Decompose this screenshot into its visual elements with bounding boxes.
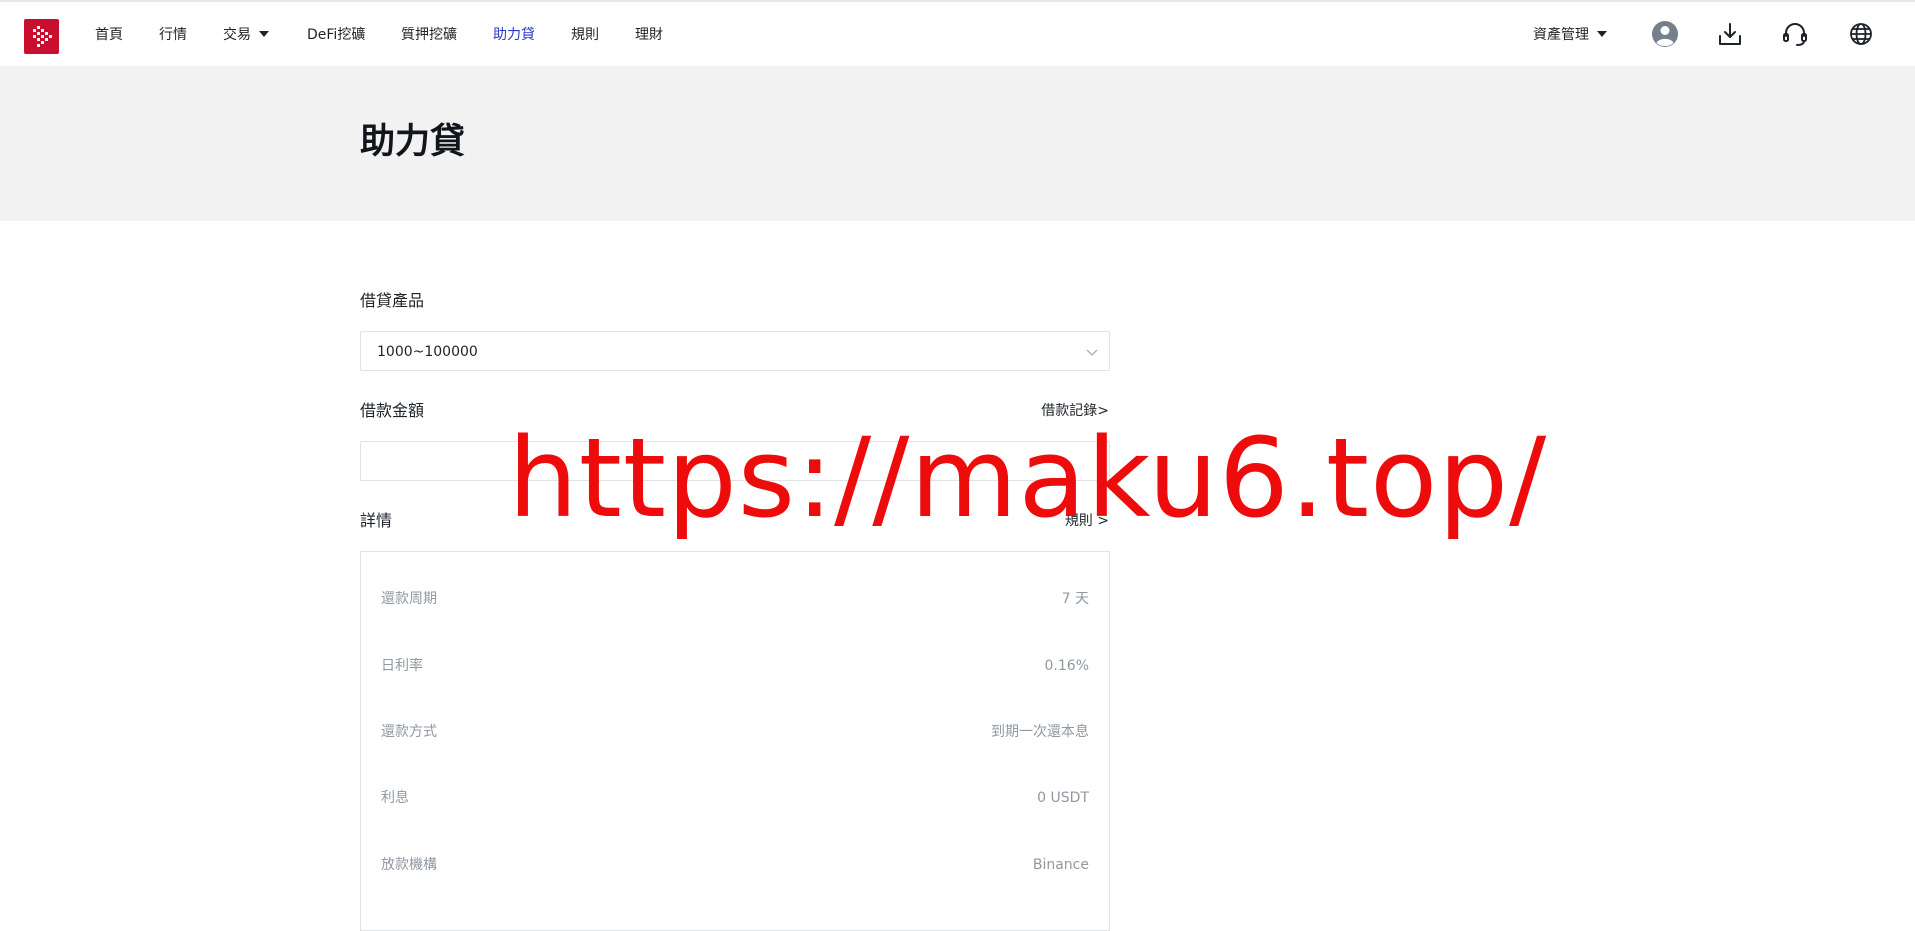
top-navigation-bar: 首頁 行情 交易 DeFi挖礦 質押挖礦 助力貸 規則 理財 資產管理 (0, 0, 1915, 66)
headset-support-icon[interactable] (1780, 19, 1810, 51)
globe-language-icon[interactable] (1846, 19, 1876, 51)
asset-management-menu[interactable]: 資產管理 (1533, 24, 1607, 46)
caret-down-icon (259, 31, 269, 37)
detail-key: 日利率 (381, 658, 423, 674)
loan-product-value: 1000~100000 (377, 344, 478, 360)
user-avatar-icon[interactable] (1650, 19, 1680, 51)
nav-item-rules[interactable]: 規則 (571, 24, 599, 46)
detail-value: 0 USDT (1037, 790, 1089, 806)
detail-value: 0.16% (1044, 658, 1089, 674)
loan-details-panel: 還款周期 7 天 日利率 0.16% 還款方式 到期一次還本息 利息 0 USD… (360, 551, 1110, 931)
nav-item-defi-mining[interactable]: DeFi挖礦 (307, 24, 365, 46)
loan-amount-input[interactable] (360, 441, 1110, 481)
detail-key: 放款機構 (381, 857, 437, 873)
nav-item-home[interactable]: 首頁 (95, 24, 123, 46)
page-title: 助力貸 (360, 122, 466, 162)
page-header-banner: 助力貸 (0, 66, 1915, 221)
loan-history-link[interactable]: 借款記錄> (1041, 401, 1109, 421)
loan-amount-label: 借款金額 (360, 401, 425, 420)
detail-value: 7 天 (1061, 591, 1089, 607)
nav-item-staking-mining[interactable]: 質押挖礦 (401, 24, 457, 46)
logo-icon (33, 26, 52, 47)
detail-row-lender: 放款機構 Binance (381, 855, 1089, 875)
brand-logo[interactable] (24, 19, 59, 54)
nav-item-trade[interactable]: 交易 (223, 24, 269, 46)
nav-item-wealth[interactable]: 理財 (635, 24, 663, 46)
nav-item-trade-label: 交易 (223, 27, 251, 43)
detail-key: 還款周期 (381, 591, 437, 607)
detail-row-repayment-period: 還款周期 7 天 (381, 589, 1089, 609)
loan-product-label: 借貸產品 (360, 291, 425, 310)
chevron-down-icon (1086, 349, 1098, 356)
nav-item-market[interactable]: 行情 (159, 24, 187, 46)
detail-value: 到期一次還本息 (991, 724, 1089, 740)
loan-product-select[interactable]: 1000~100000 (360, 331, 1110, 371)
details-label: 詳情 (360, 511, 393, 530)
detail-key: 利息 (381, 790, 409, 806)
detail-row-interest: 利息 0 USDT (381, 788, 1089, 808)
asset-management-label: 資產管理 (1533, 27, 1589, 43)
detail-row-repayment-method: 還款方式 到期一次還本息 (381, 722, 1089, 742)
detail-key: 還款方式 (381, 724, 437, 740)
rules-link[interactable]: 規則 > (1065, 511, 1109, 531)
download-icon[interactable] (1715, 19, 1745, 51)
nav-item-loan[interactable]: 助力貸 (493, 24, 535, 46)
caret-down-icon (1597, 31, 1607, 37)
detail-row-daily-rate: 日利率 0.16% (381, 656, 1089, 676)
detail-value: Binance (1032, 857, 1089, 873)
